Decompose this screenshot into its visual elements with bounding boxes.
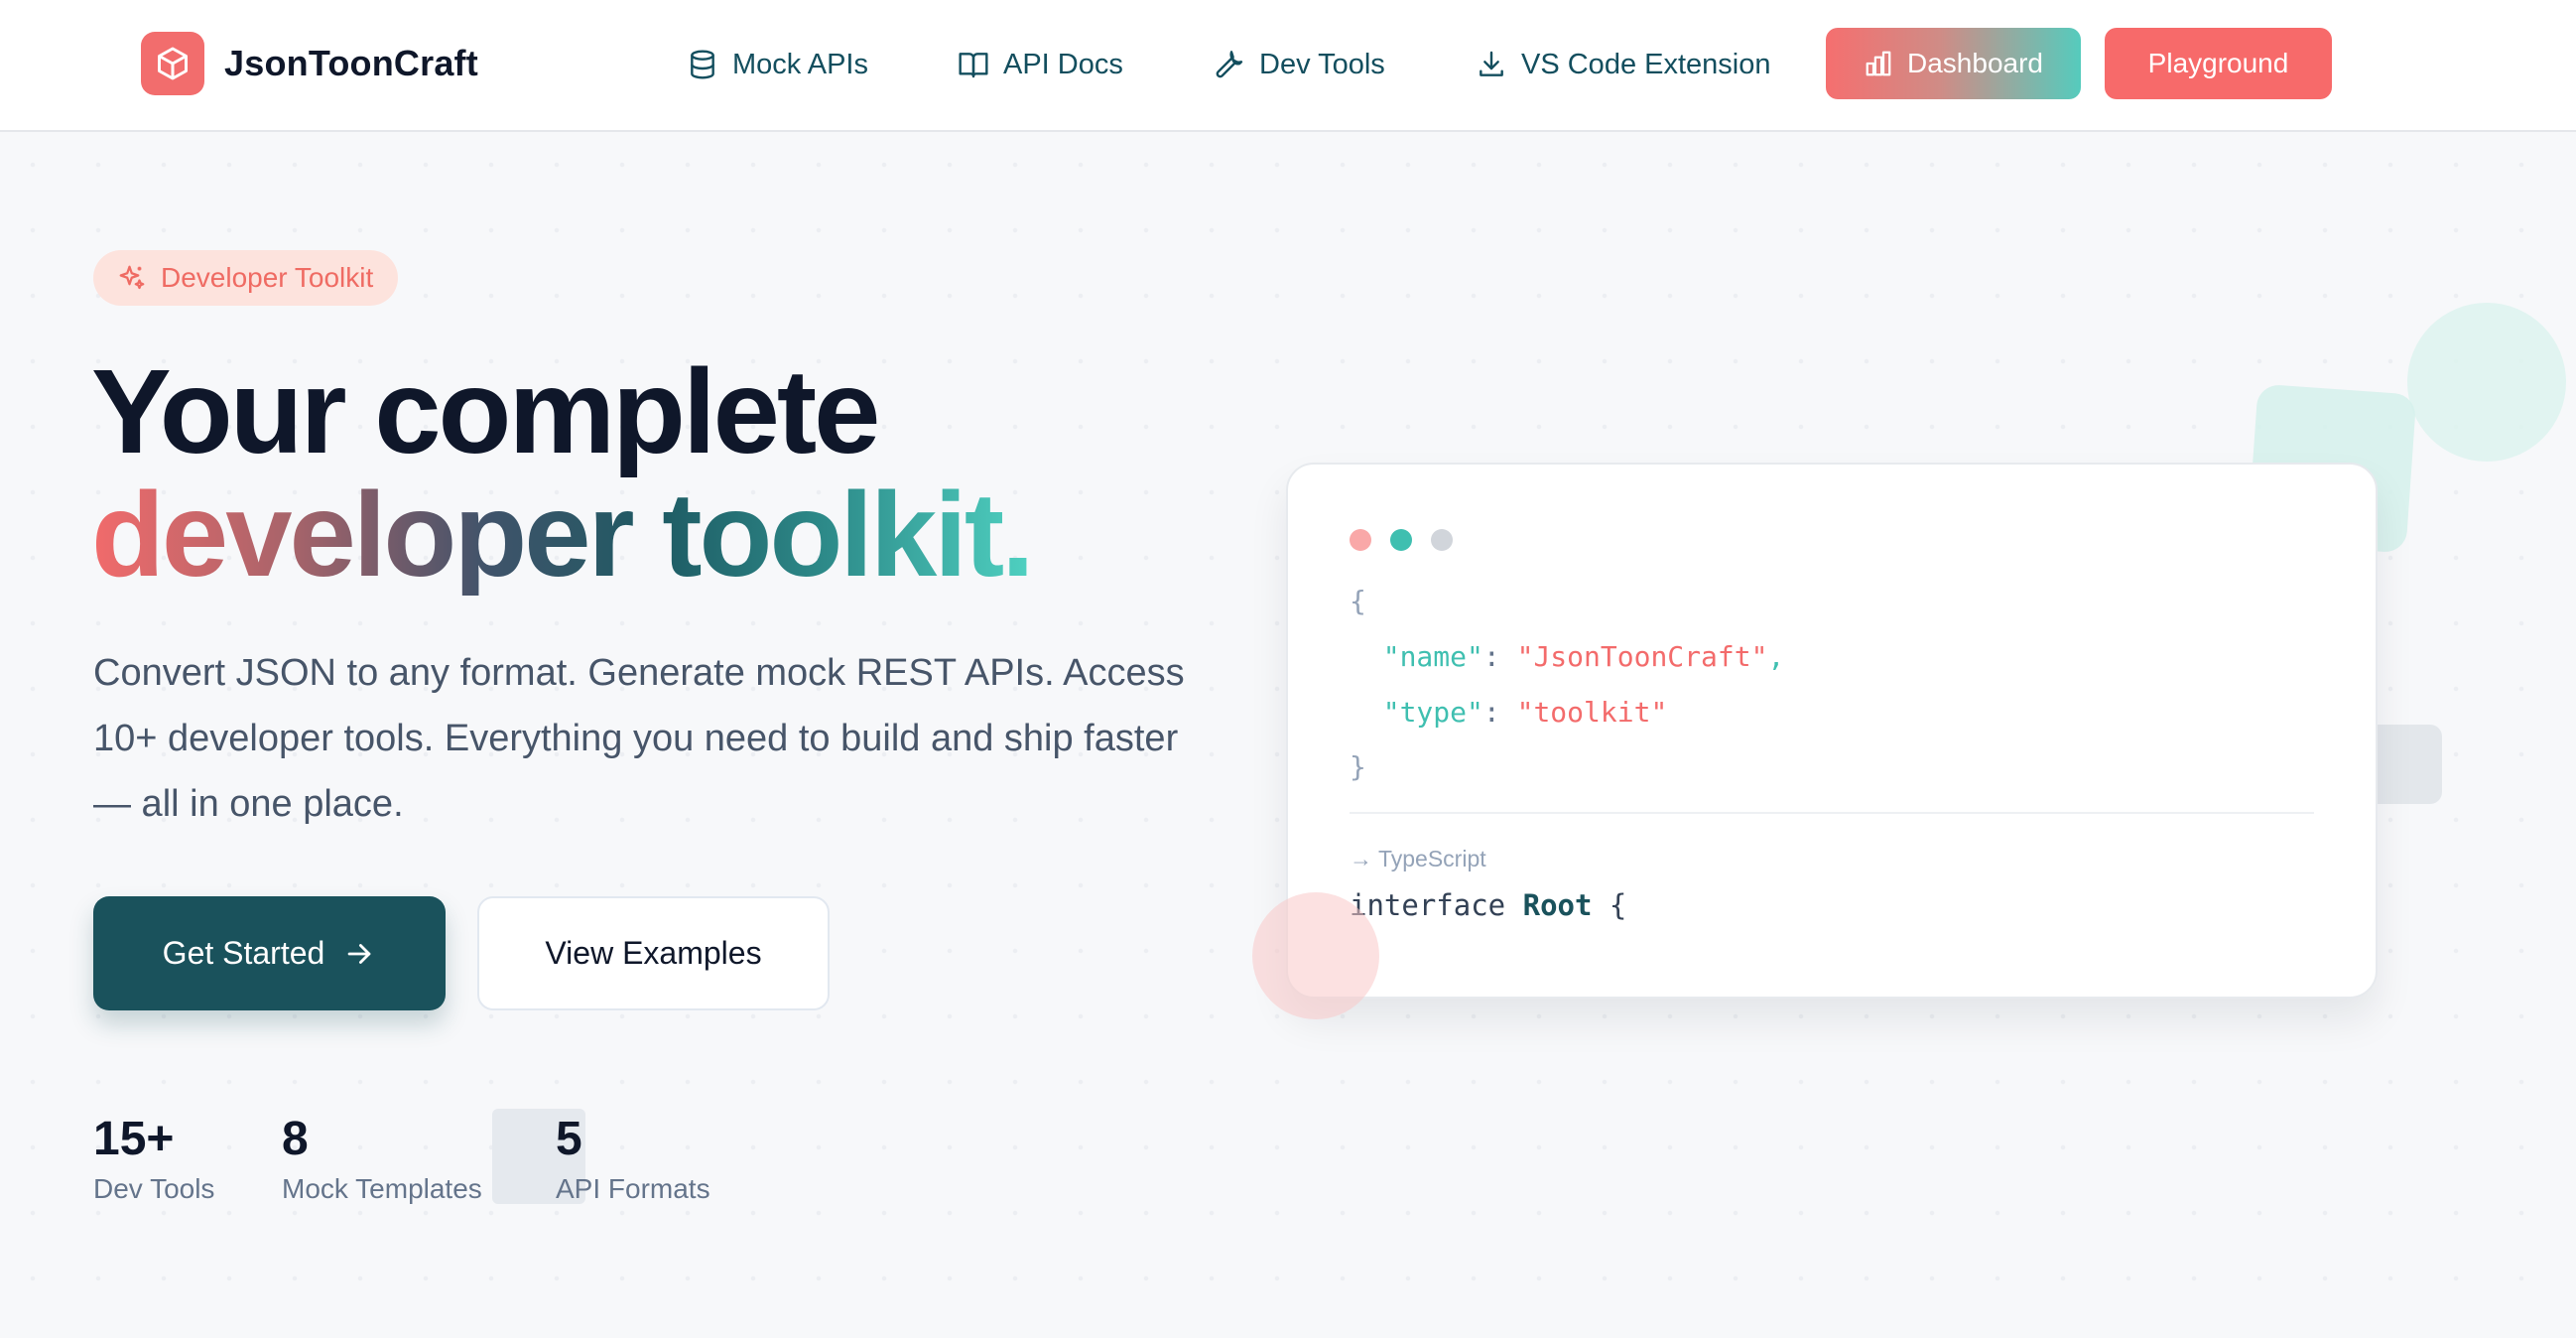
nav-api-docs[interactable]: API Docs <box>958 44 1123 85</box>
stat-mock-templates: 8 Mock Templates <box>282 1110 482 1209</box>
cube-icon <box>141 32 204 95</box>
json-value: "JsonToonCraft" <box>1516 640 1768 673</box>
database-icon <box>691 50 714 79</box>
badge-label: Developer Toolkit <box>161 262 374 293</box>
stat-value: 15+ <box>93 1113 175 1165</box>
nav-mock-apis[interactable]: Mock APIs <box>687 44 868 85</box>
sparkles-icon <box>119 265 145 290</box>
stat-value: 8 <box>282 1113 309 1165</box>
view-examples-button[interactable]: View Examples <box>477 896 830 1010</box>
window-dot-green <box>1390 529 1412 551</box>
brand-logo-link[interactable]: JsonToonCraft <box>141 31 478 96</box>
nav-dev-tools[interactable]: Dev Tools <box>1214 44 1385 85</box>
stat-value: 5 <box>556 1113 582 1165</box>
hero-subtitle: Convert JSON to any format. Generate moc… <box>93 652 1185 825</box>
wrench-icon <box>1216 51 1243 78</box>
json-value: "toolkit" <box>1516 696 1668 729</box>
hero-heading-line2: developer toolkit. <box>91 467 1035 602</box>
arrow-right-icon <box>347 943 371 964</box>
ts-keyword: interface <box>1350 888 1523 922</box>
output-format-label: → TypeScript <box>1350 846 1486 871</box>
window-dot-red <box>1350 529 1371 551</box>
stat-label: Mock Templates <box>282 1173 482 1204</box>
stat-label: Dev Tools <box>93 1173 215 1204</box>
stat-api-formats: 5 API Formats <box>556 1110 710 1209</box>
dashboard-button[interactable]: Dashboard <box>1826 28 2081 99</box>
playground-button[interactable]: Playground <box>2105 28 2332 99</box>
book-icon <box>959 53 988 78</box>
json-key: "name" <box>1382 640 1483 673</box>
json-line-name: "name": "JsonToonCraft", <box>1350 629 1785 685</box>
ts-brace: { <box>1592 888 1627 922</box>
nav-vscode-extension[interactable]: VS Code Extension <box>1476 44 1770 85</box>
stat-label: API Formats <box>556 1173 710 1204</box>
decorative-circle <box>2407 303 2566 462</box>
dashboard-label: Dashboard <box>1907 48 2043 78</box>
nav-mock-apis-label: Mock APIs <box>732 48 868 80</box>
json-colon: : <box>1482 640 1517 673</box>
developer-toolkit-badge: Developer Toolkit <box>93 250 399 306</box>
json-open-brace: { <box>1350 585 1366 617</box>
hero-heading: Your complete developer toolkit. <box>91 349 1381 596</box>
nav-dev-tools-label: Dev Tools <box>1259 48 1385 80</box>
nav-api-docs-label: API Docs <box>1003 48 1123 80</box>
decorative-pink-circle <box>1252 892 1379 1019</box>
json-colon: : <box>1482 696 1517 729</box>
hero-heading-line1: Your complete <box>91 343 880 478</box>
download-icon <box>1480 51 1503 76</box>
nav-vscode-extension-label: VS Code Extension <box>1521 48 1771 80</box>
get-started-button[interactable]: Get Started <box>93 896 446 1010</box>
brand-name: JsonToonCraft <box>224 43 478 83</box>
window-dot-grey <box>1431 529 1453 551</box>
top-navbar: JsonToonCraft Mock APIs API Docs Dev Too… <box>0 0 2576 132</box>
json-close-brace: } <box>1350 750 1366 783</box>
ts-interface-name: Root <box>1522 888 1593 922</box>
stat-dev-tools: 15+ Dev Tools <box>93 1110 214 1209</box>
bar-chart-icon <box>1866 51 1891 76</box>
get-started-label: Get Started <box>162 935 325 971</box>
card-divider <box>1350 812 2314 814</box>
typescript-output: interface Root { <box>1350 888 1626 922</box>
json-line-type: "type": "toolkit" <box>1350 685 1668 740</box>
json-comma: , <box>1767 640 1785 673</box>
json-key: "type" <box>1382 696 1483 729</box>
